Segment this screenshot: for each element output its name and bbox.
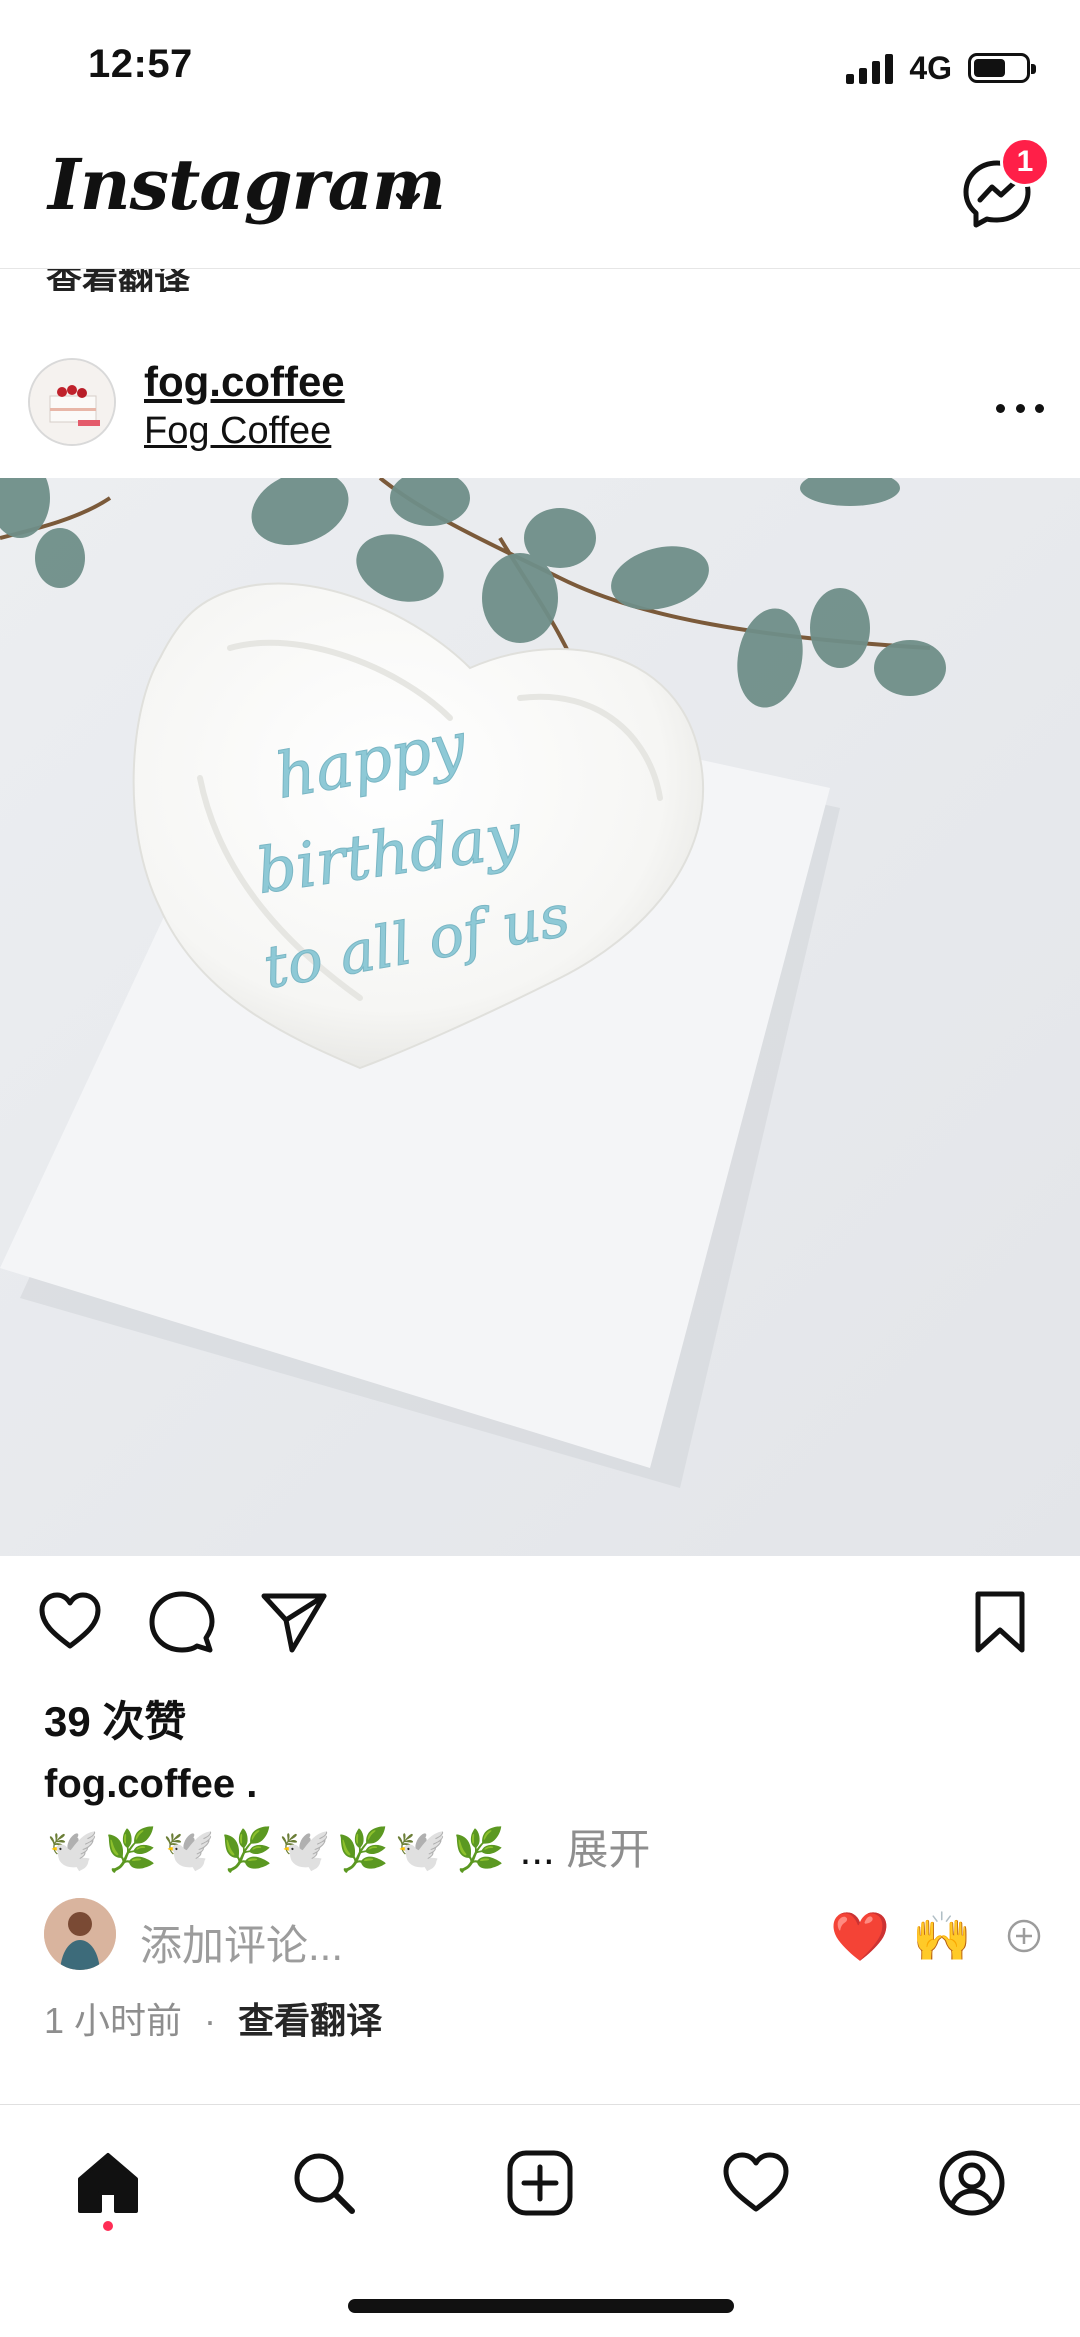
heart-icon[interactable] (34, 1586, 106, 1658)
herb-emoji: 🌿 (104, 1826, 158, 1873)
messages-badge: 1 (1000, 137, 1050, 187)
bookmark-icon[interactable] (964, 1586, 1036, 1658)
activity-icon[interactable] (718, 2145, 794, 2221)
network-type: 4G (909, 49, 952, 86)
post-header: fog.coffee Fog Coffee (0, 340, 1080, 478)
quick-reaction-heart[interactable]: ❤️ (830, 1908, 890, 1965)
dove-emoji: 🕊️ (278, 1826, 332, 1873)
caption-emojis: 🕊️ 🌿 🕊️ 🌿 🕊️ 🌿 🕊️ 🌿 ... 展开 (44, 1816, 651, 1877)
current-user-avatar (44, 1898, 116, 1970)
battery-icon (968, 53, 1036, 83)
status-time: 12:57 (88, 42, 193, 86)
herb-emoji: 🌿 (452, 1826, 506, 1873)
caption-username-text[interactable]: fog.coffee (44, 1762, 235, 1806)
caption-text: . (246, 1762, 258, 1806)
home-activity-dot (103, 2221, 113, 2231)
instagram-logo[interactable]: Instagram (48, 143, 446, 226)
chevron-down-icon[interactable] (388, 181, 428, 221)
post-username[interactable]: fog.coffee (144, 358, 345, 406)
post-meta: 1 小时前 · 查看翻译 (44, 1992, 382, 2044)
caption-more-link[interactable]: 展开 (566, 1826, 650, 1873)
add-comment-row: 添加评论... ❤️ 🙌 (0, 1894, 1080, 1978)
dove-emoji: 🕊️ (162, 1826, 216, 1873)
meta-separator: · (204, 2000, 217, 2041)
post-image[interactable]: happy birthday to all of us (0, 478, 1080, 1556)
status-bar: 12:57 4G (0, 0, 1080, 135)
create-icon[interactable] (502, 2145, 578, 2221)
post-time: 1 小时前 (44, 2000, 183, 2041)
post-location[interactable]: Fog Coffee (144, 410, 331, 453)
app-header: Instagram 1 (0, 135, 1080, 269)
herb-emoji: 🌿 (220, 1826, 274, 1873)
more-options-icon[interactable] (996, 400, 1044, 416)
comment-input[interactable]: 添加评论... (140, 1912, 343, 1973)
home-icon[interactable] (70, 2145, 146, 2221)
add-reaction-icon[interactable] (1004, 1916, 1044, 1956)
dove-emoji: 🕊️ (46, 1826, 100, 1873)
search-icon[interactable] (286, 2145, 362, 2221)
signal-icon (846, 52, 894, 84)
see-translation-link[interactable]: 查看翻译 (238, 2000, 382, 2041)
home-indicator[interactable] (348, 2299, 734, 2313)
caption-ellipsis: ... (519, 1826, 555, 1873)
post-actions (0, 1580, 1080, 1670)
profile-icon[interactable] (934, 2145, 1010, 2221)
send-icon[interactable] (258, 1586, 330, 1658)
dove-emoji: 🕊️ (394, 1826, 448, 1873)
herb-emoji: 🌿 (336, 1826, 390, 1873)
status-indicators: 4G (846, 48, 1036, 88)
comment-icon[interactable] (146, 1586, 218, 1658)
caption-username[interactable]: fog.coffee . (44, 1762, 257, 1807)
avatar[interactable] (28, 358, 116, 446)
quick-reaction-raised-hands[interactable]: 🙌 (912, 1908, 972, 1965)
likes-count[interactable]: 39 次赞 (44, 1688, 186, 1749)
